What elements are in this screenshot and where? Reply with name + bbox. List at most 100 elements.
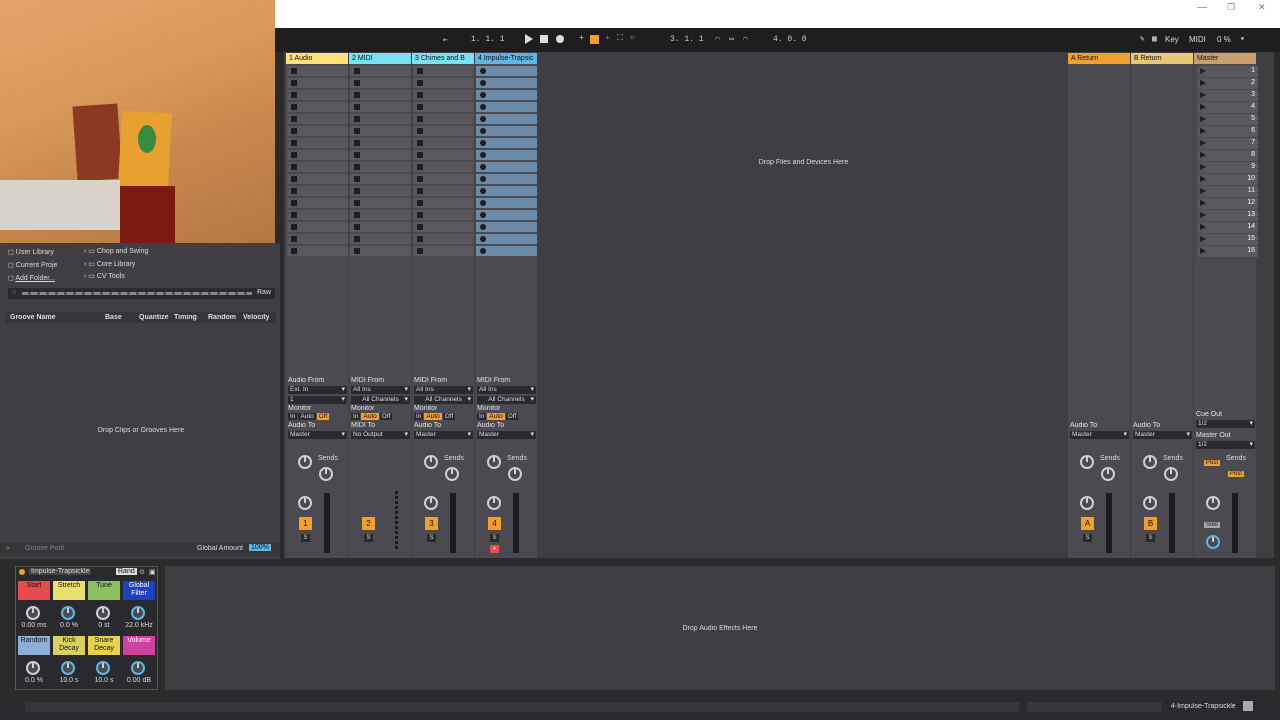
overdub-icon[interactable]: + xyxy=(579,34,584,43)
input-type-select[interactable]: Ext. In xyxy=(288,386,347,394)
output-type-select[interactable]: Master xyxy=(414,431,473,439)
pan-knob[interactable] xyxy=(1143,496,1157,510)
master-out-select[interactable]: 1/2 xyxy=(1196,441,1255,449)
groove-icon[interactable]: ≈ xyxy=(6,545,10,552)
folder-item[interactable]: › ▭ CV Tools xyxy=(84,272,125,280)
macro-kick-decay[interactable]: Kick Decay xyxy=(53,636,85,655)
input-channel-select[interactable]: All Channels xyxy=(477,396,536,404)
scene-launch[interactable]: 16 xyxy=(1198,246,1258,257)
scene-launch[interactable]: 5 xyxy=(1198,114,1258,125)
device-title[interactable]: Impulse-Trapsickle xyxy=(29,568,92,575)
track-title[interactable]: B Return xyxy=(1131,53,1193,64)
scene-launch[interactable]: 6 xyxy=(1198,126,1258,137)
preview-bar[interactable]: ◌ Raw xyxy=(8,288,275,299)
scene-launch[interactable]: 4 xyxy=(1198,102,1258,113)
solo-button[interactable]: S xyxy=(490,534,499,542)
macro-tune[interactable]: Tune xyxy=(88,581,120,600)
track-activator[interactable]: 2 xyxy=(362,517,375,530)
play-icon[interactable] xyxy=(525,34,533,44)
macro-knob[interactable] xyxy=(96,661,110,675)
send-a-knob[interactable] xyxy=(1080,455,1094,469)
scene-launch[interactable]: 2 xyxy=(1198,78,1258,89)
macro-knob[interactable] xyxy=(26,661,40,675)
global-amount-value[interactable]: 100% xyxy=(249,544,271,551)
track-title[interactable]: 2 MIDI xyxy=(349,53,411,64)
solo-button[interactable]: S xyxy=(1146,534,1155,542)
level-meter[interactable] xyxy=(324,493,330,553)
loop-icon[interactable]: ▭ xyxy=(729,34,734,44)
track-activator[interactable]: 3 xyxy=(425,517,438,530)
input-type-select[interactable]: All Ins xyxy=(477,386,536,394)
follow-icon[interactable]: ⇤ xyxy=(443,35,448,45)
keyboard-icon[interactable]: ▦ xyxy=(1152,34,1157,44)
track-title[interactable]: 3 Chimes and B xyxy=(412,53,474,64)
macro-start[interactable]: Start xyxy=(18,581,50,600)
scene-launch[interactable]: 13 xyxy=(1198,210,1258,221)
send-b-knob[interactable] xyxy=(319,467,333,481)
loop-start[interactable]: 3. 1. 1 xyxy=(670,35,704,44)
output-type-select[interactable]: Master xyxy=(1133,431,1192,439)
track-title[interactable]: A Return xyxy=(1068,53,1130,64)
output-type-select[interactable]: No Output xyxy=(351,431,410,439)
col-base[interactable]: Base xyxy=(105,314,122,321)
col-quantize[interactable]: Quantize xyxy=(139,314,169,321)
col-groove-name[interactable]: Groove Name xyxy=(10,314,56,321)
send-a-knob[interactable] xyxy=(424,455,438,469)
device-activator[interactable] xyxy=(19,569,25,575)
monitor-switch[interactable]: In Auto Off xyxy=(288,413,330,421)
session-record-icon[interactable]: ○ xyxy=(630,34,635,43)
send-a-knob[interactable] xyxy=(487,455,501,469)
level-meter[interactable] xyxy=(1106,493,1112,553)
device-chain-drop-area[interactable]: Drop Audio Effects Here xyxy=(165,566,1275,690)
macro-stretch[interactable]: Stretch xyxy=(53,581,85,600)
record-icon[interactable] xyxy=(556,35,564,43)
automation-arm-icon[interactable] xyxy=(590,35,599,44)
scene-launch[interactable]: 8 xyxy=(1198,150,1258,161)
output-type-select[interactable]: Master xyxy=(1070,431,1129,439)
level-meter[interactable] xyxy=(1232,493,1238,553)
close-button[interactable]: ✕ xyxy=(1258,2,1266,13)
input-type-select[interactable]: All Ins xyxy=(351,386,410,394)
punch-out-icon[interactable]: ⌒ xyxy=(743,34,748,44)
scene-launch[interactable]: 14 xyxy=(1198,222,1258,233)
key-map-button[interactable]: Key xyxy=(1165,35,1179,44)
macro-knob[interactable] xyxy=(61,661,75,675)
solo-cue-button[interactable]: Solo xyxy=(1204,522,1221,528)
places-current-project[interactable]: ◻ Current Proje xyxy=(8,261,57,269)
macro-random[interactable]: Random xyxy=(18,636,50,655)
pan-knob[interactable] xyxy=(1206,496,1220,510)
track-title[interactable]: 4 Impulse-Trapsic xyxy=(475,53,537,64)
macro-global-filter[interactable]: Global Filter xyxy=(123,581,155,600)
punch-in-icon[interactable]: ⌒ xyxy=(715,34,720,44)
scene-launch[interactable]: 12 xyxy=(1198,198,1258,209)
rand-button[interactable]: Rand xyxy=(116,568,137,575)
scene-launch[interactable]: 3 xyxy=(1198,90,1258,101)
cue-out-select[interactable]: 1/2 xyxy=(1196,420,1255,428)
send-b-knob[interactable] xyxy=(445,467,459,481)
monitor-switch[interactable]: In Auto Off xyxy=(414,413,456,421)
midi-map-button[interactable]: MIDI xyxy=(1189,35,1206,44)
macro-map-icon[interactable]: ▣ xyxy=(149,568,156,576)
macro-volume[interactable]: Volume xyxy=(123,636,155,655)
minimize-button[interactable]: — xyxy=(1197,2,1207,13)
pan-knob[interactable] xyxy=(298,496,312,510)
post-button[interactable]: Post xyxy=(1228,471,1245,477)
re-enable-automation-icon[interactable]: + xyxy=(605,34,610,43)
cue-volume-knob[interactable] xyxy=(1206,535,1220,549)
record-arm-button[interactable]: ● xyxy=(490,545,499,553)
scene-launch[interactable]: 11 xyxy=(1198,186,1258,197)
places-add-folder[interactable]: ◻ Add Folder... xyxy=(8,274,55,282)
input-channel-select[interactable]: All Channels xyxy=(351,396,410,404)
solo-button[interactable]: S xyxy=(364,534,373,542)
col-timing[interactable]: Timing xyxy=(174,314,197,321)
groove-pool-list[interactable]: Drop Clips or Grooves Here xyxy=(6,323,276,541)
input-type-select[interactable]: All Ins xyxy=(414,386,473,394)
macro-knob[interactable] xyxy=(131,661,145,675)
level-meter[interactable] xyxy=(1169,493,1175,553)
pan-knob[interactable] xyxy=(424,496,438,510)
places-user-library[interactable]: ◻ User Library xyxy=(8,248,54,256)
send-a-knob[interactable] xyxy=(298,455,312,469)
solo-button[interactable]: S xyxy=(1083,534,1092,542)
draw-mode-icon[interactable]: ✎ xyxy=(1140,34,1145,44)
view-toggle-icon[interactable] xyxy=(1243,701,1253,711)
